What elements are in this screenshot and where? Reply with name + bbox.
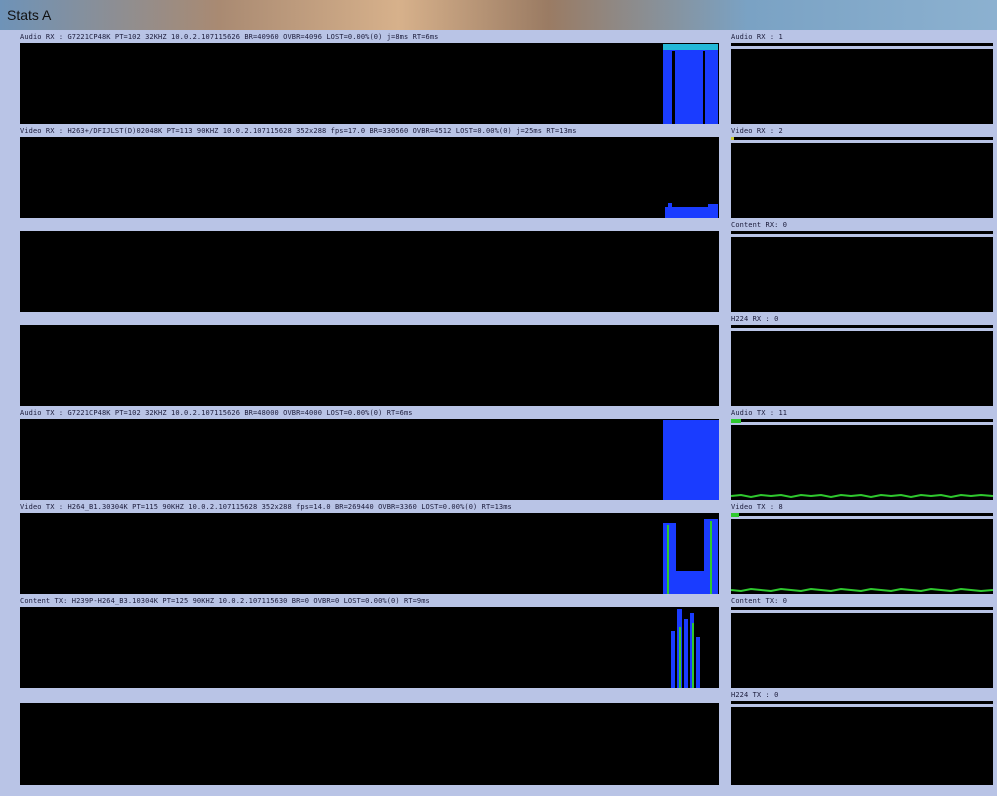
h224-rx-count-panel: H224 RX : 0 [731,314,993,406]
title-bar[interactable]: Stats A [0,0,997,30]
audio-rx-traffic-top [663,44,718,50]
video-tx-traffic [663,523,676,594]
audio-rx-count-panel: Audio RX : 1 [731,32,993,124]
video-tx-plot [20,513,719,594]
video-rx-label: Video RX : H263+/DFIJLST(D)02048K PT=113… [20,127,577,135]
content-rx-count-plot [731,237,993,312]
audio-rx-label: Audio RX : G7221CP48K PT=102 32KHZ 10.0.… [20,33,439,41]
video-rx-count-panel: Video RX : 2 [731,126,993,218]
video-tx-count-trace [731,587,993,593]
video-tx-traffic-accent [710,521,712,594]
audio-rx-level-bar [731,43,993,46]
h224-rx-count-plot [731,331,993,406]
video-tx-count-panel: Video TX : 8 [731,502,993,594]
content-tx-traffic [671,631,675,688]
content-tx-count-label: Content TX: 0 [731,597,788,605]
audio-tx-level-fill [731,419,741,423]
video-rx-level-bar [731,137,993,140]
audio-rx-count-plot [731,49,993,124]
video-rx-level-fill [731,137,734,140]
content-tx-traffic-accent [679,627,681,688]
video-rx-panel: Video RX : H263+/DFIJLST(D)02048K PT=113… [20,126,719,218]
audio-tx-count-trace [731,493,993,499]
video-tx-label: Video TX : H264_B1.30304K PT=115 90KHZ 1… [20,503,512,511]
video-tx-level-bar [731,513,993,516]
audio-tx-traffic [663,420,719,500]
content-tx-traffic [684,619,688,688]
h224-tx-count-plot [731,707,993,785]
h224-tx-level-bar [731,701,993,704]
audio-tx-plot [20,419,719,500]
content-rx-plot [20,231,719,312]
content-rx-count-label: Content RX: 0 [731,221,788,229]
content-tx-level-bar [731,607,993,610]
video-rx-count-label: Video RX : 2 [731,127,783,135]
video-tx-count-label: Video TX : 8 [731,503,783,511]
content-tx-count-plot [731,613,993,688]
content-rx-panel [20,220,719,312]
content-tx-traffic [696,637,700,688]
content-tx-traffic-accent [692,623,694,688]
audio-tx-panel: Audio TX : G7221CP48K PT=102 32KHZ 10.0.… [20,408,719,500]
content-tx-panel: Content TX: H239P-H264_B3.10304K PT=125 … [20,596,719,688]
h224-tx-panel [20,690,719,785]
audio-rx-plot [20,43,719,124]
h224-tx-plot [20,703,719,785]
audio-tx-level-bar [731,419,993,422]
content-rx-count-panel: Content RX: 0 [731,220,993,312]
audio-rx-traffic-gap [703,51,705,124]
video-rx-count-plot [731,143,993,218]
audio-rx-panel: Audio RX : G7221CP48K PT=102 32KHZ 10.0.… [20,32,719,124]
window-title: Stats A [7,7,52,23]
video-tx-traffic-accent [667,525,669,594]
video-tx-count-plot [731,519,993,594]
content-tx-plot [20,607,719,688]
video-rx-plot [20,137,719,218]
video-rx-traffic [708,204,718,218]
video-tx-panel: Video TX : H264_B1.30304K PT=115 90KHZ 1… [20,502,719,594]
h224-rx-level-bar [731,325,993,328]
h224-rx-count-label: H224 RX : 0 [731,315,779,323]
audio-tx-count-label: Audio TX : 11 [731,409,788,417]
h224-rx-plot [20,325,719,406]
content-rx-level-bar [731,231,993,234]
h224-tx-count-label: H224 TX : 0 [731,691,779,699]
audio-rx-count-label: Audio RX : 1 [731,33,783,41]
video-rx-traffic [668,203,672,218]
video-tx-level-fill [731,513,739,517]
stats-client-area: Audio RX : G7221CP48K PT=102 32KHZ 10.0.… [7,30,997,796]
audio-tx-count-plot [731,425,993,500]
content-tx-count-panel: Content TX: 0 [731,596,993,688]
h224-tx-count-panel: H224 TX : 0 [731,690,993,785]
audio-tx-label: Audio TX : G7221CP48K PT=102 32KHZ 10.0.… [20,409,413,417]
content-tx-label: Content TX: H239P-H264_B3.10304K PT=125 … [20,597,430,605]
audio-rx-traffic-gap [672,51,675,124]
video-tx-traffic [676,571,704,594]
h224-rx-panel [20,314,719,406]
audio-tx-count-panel: Audio TX : 11 [731,408,993,500]
